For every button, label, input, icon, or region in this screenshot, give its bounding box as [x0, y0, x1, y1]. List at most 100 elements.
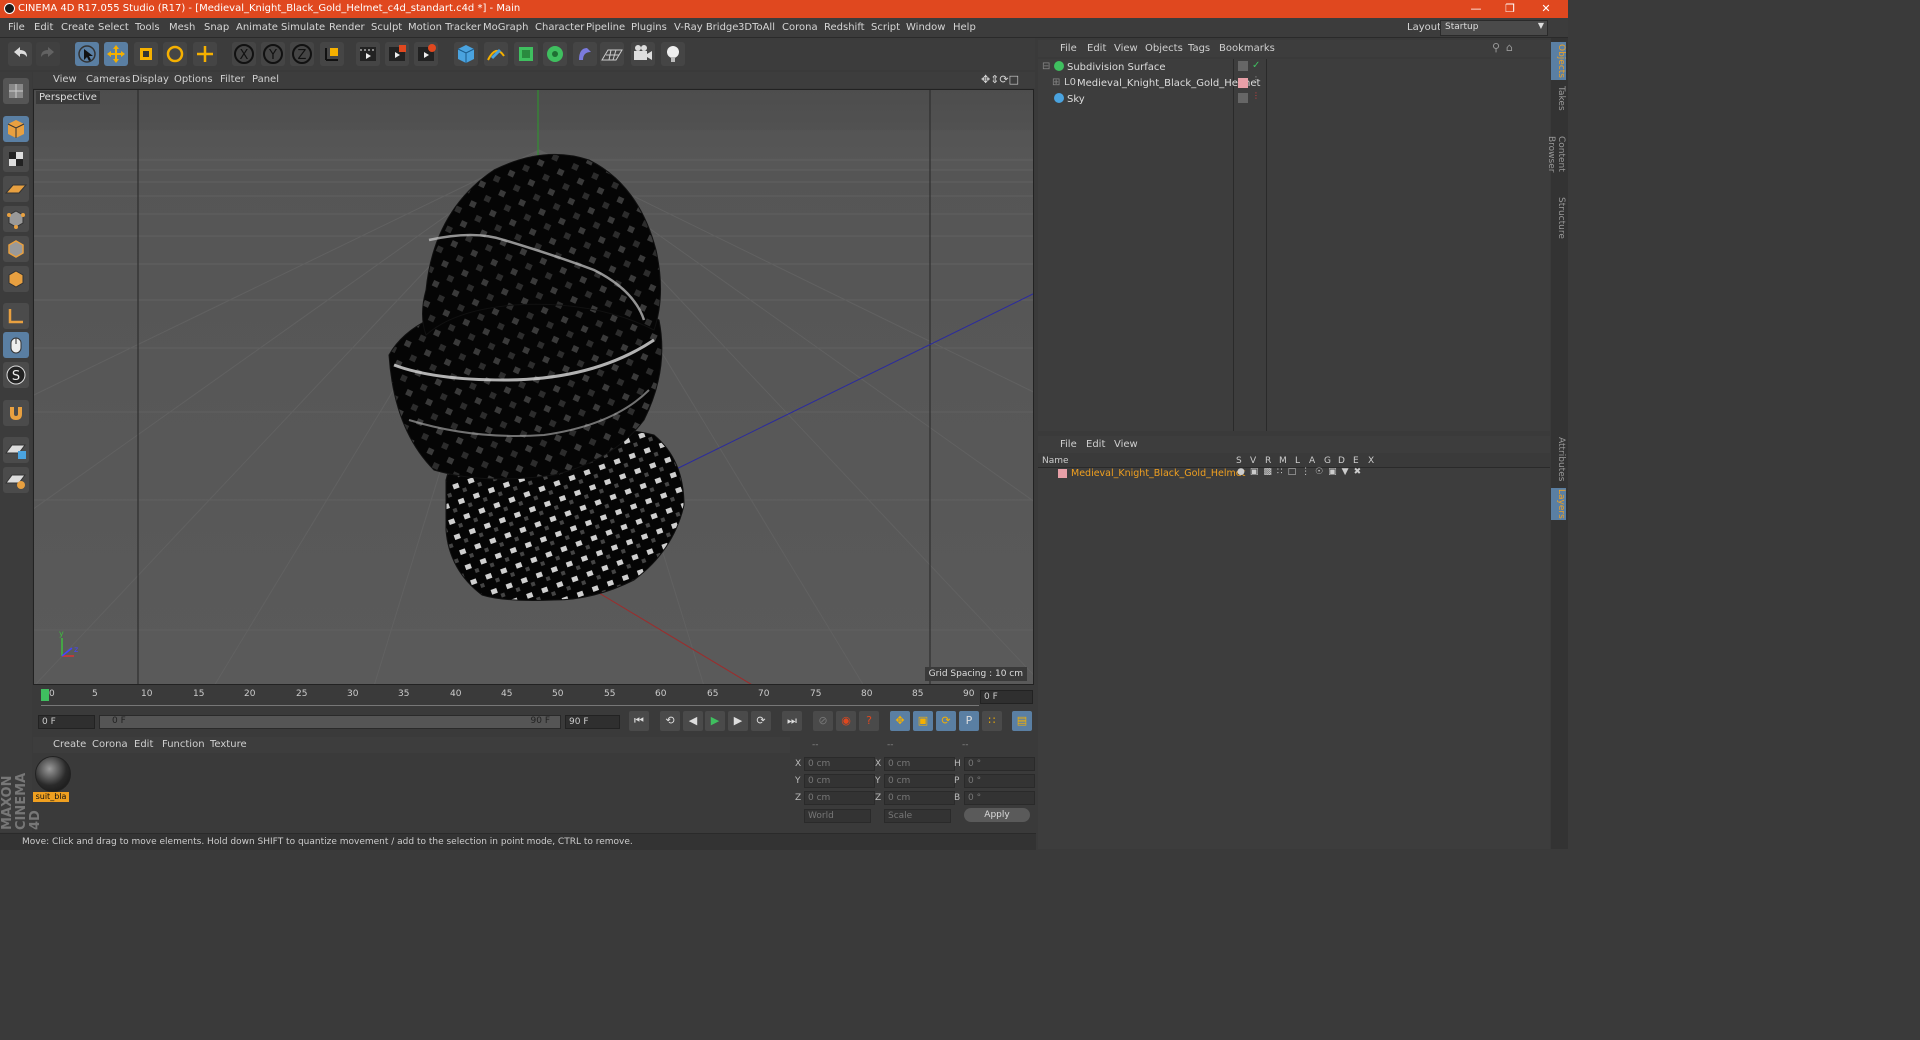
om-menu-file[interactable]: File [1060, 43, 1077, 54]
tab-content-browser[interactable]: Content Browser [1546, 118, 1566, 190]
menu-redshift[interactable]: Redshift [824, 22, 865, 33]
range-slider[interactable]: 0 F 90 F [99, 715, 561, 729]
light-icon[interactable] [661, 42, 685, 66]
texture-mode-icon[interactable] [3, 146, 29, 172]
lm-col-g[interactable]: G [1324, 456, 1331, 466]
menu-animate[interactable]: Animate [236, 22, 278, 33]
start-frame-field[interactable]: 0 F [38, 715, 95, 729]
restore-button[interactable]: ❐ [1490, 1, 1530, 17]
layout-dropdown[interactable]: Startup ▼ [1440, 20, 1548, 36]
menu-select[interactable]: Select [98, 22, 129, 33]
menu-window[interactable]: Window [906, 22, 945, 33]
next-key-icon[interactable]: ⟳ [751, 711, 771, 731]
key-parameter-icon[interactable]: P [959, 711, 979, 731]
menu-simulate[interactable]: Simulate [281, 22, 325, 33]
y-axis-lock-icon[interactable]: Y [261, 42, 285, 66]
coord-mode-dropdown[interactable]: World [804, 809, 871, 823]
lm-menu-edit[interactable]: Edit [1086, 439, 1105, 450]
key-points-icon[interactable]: ∷ [982, 711, 1002, 731]
menu-corona[interactable]: Corona [782, 22, 818, 33]
viewport[interactable]: y z Perspective Grid Spacing : 10 cm [33, 89, 1034, 685]
render-settings-icon[interactable] [414, 42, 438, 66]
vp-menu-view[interactable]: View [53, 74, 77, 85]
om-menu-bookmarks[interactable]: Bookmarks [1219, 43, 1275, 54]
object-row-sky[interactable]: Sky ⋮ [1040, 91, 1548, 108]
menu-mograph[interactable]: MoGraph [483, 22, 528, 33]
mat-menu-create[interactable]: Create [53, 739, 86, 750]
om-menu-view[interactable]: View [1114, 43, 1138, 54]
expand-icon[interactable]: ⊞ [1052, 77, 1060, 88]
vp-menu-options[interactable]: Options [174, 74, 213, 85]
floor-icon[interactable] [600, 42, 624, 66]
tweak-mode-icon[interactable] [3, 332, 29, 358]
lm-col-d[interactable]: D [1338, 456, 1345, 466]
close-button[interactable]: ✕ [1526, 1, 1566, 17]
record-disabled-icon[interactable]: ⊘ [813, 711, 833, 731]
menu-create[interactable]: Create [61, 22, 94, 33]
lm-col-m[interactable]: M [1279, 456, 1287, 466]
play-icon[interactable]: ▶ [705, 711, 725, 731]
key-scale-icon[interactable]: ▣ [913, 711, 933, 731]
undo-button[interactable] [8, 42, 32, 66]
timeline-window-icon[interactable]: ▤ [1012, 711, 1032, 731]
mat-menu-function[interactable]: Function [162, 739, 205, 750]
menu-edit[interactable]: Edit [34, 22, 53, 33]
tab-layers[interactable]: Layers [1551, 488, 1566, 520]
scale-tool-icon[interactable] [134, 42, 158, 66]
spline-pen-icon[interactable] [484, 42, 508, 66]
layer-name[interactable]: Medieval_Knight_Black_Gold_Helmet [1071, 468, 1245, 479]
autokey-icon[interactable]: ? [859, 711, 879, 731]
transform-tool-icon[interactable] [193, 42, 217, 66]
key-rotation-icon[interactable]: ⟳ [936, 711, 956, 731]
lm-col-a[interactable]: A [1309, 456, 1315, 466]
menu-character[interactable]: Character [535, 22, 584, 33]
visibility-dots-icon[interactable]: ⋮ [1252, 91, 1260, 100]
om-search-icon[interactable]: ⚲ [1492, 41, 1500, 54]
lm-col-l[interactable]: L [1295, 456, 1300, 466]
workplane-icon[interactable] [3, 176, 29, 202]
end-frame-field[interactable]: 90 F [565, 715, 620, 729]
lm-col-e[interactable]: E [1353, 456, 1359, 466]
points-mode-icon[interactable] [3, 206, 29, 232]
record-keys-icon[interactable]: ◉ [836, 711, 856, 731]
key-position-icon[interactable]: ✥ [890, 711, 910, 731]
current-frame-field[interactable]: 0 F [980, 690, 1033, 704]
lm-col-v[interactable]: V [1250, 456, 1256, 466]
material-name[interactable]: suit_bla [33, 792, 69, 802]
menu-help[interactable]: Help [953, 22, 976, 33]
subdivision-surface-icon[interactable] [514, 42, 538, 66]
vp-menu-panel[interactable]: Panel [252, 74, 279, 85]
lm-col-name[interactable]: Name [1042, 456, 1069, 466]
deformer-icon[interactable] [573, 42, 597, 66]
menu-file[interactable]: File [8, 22, 25, 33]
mat-menu-corona[interactable]: Corona [92, 739, 128, 750]
om-home-icon[interactable]: ⌂ [1506, 41, 1513, 54]
menu-snap[interactable]: Snap [204, 22, 229, 33]
redo-button[interactable] [36, 42, 60, 66]
rotation-p-field[interactable]: 0 ° [964, 774, 1035, 788]
object-row-subdivision[interactable]: ⊟ Subdivision Surface ✓ [1040, 60, 1548, 76]
live-selection-icon[interactable] [75, 42, 99, 66]
om-menu-tags[interactable]: Tags [1188, 43, 1210, 54]
snapping-icon[interactable]: S [3, 362, 29, 388]
layer-color-swatch[interactable] [1058, 469, 1067, 478]
material-swatch[interactable] [35, 756, 71, 792]
rotation-h-field[interactable]: 0 ° [964, 757, 1035, 771]
lm-col-x[interactable]: X [1368, 456, 1374, 466]
visibility-dots-icon[interactable]: ⋮ [1252, 75, 1260, 84]
menu-vray-bridge[interactable]: V-Ray Bridge [674, 22, 738, 33]
viewport-camera-label[interactable]: Perspective [36, 91, 100, 104]
menu-script[interactable]: Script [871, 22, 900, 33]
om-menu-edit[interactable]: Edit [1087, 43, 1106, 54]
apply-button[interactable]: Apply [964, 808, 1030, 822]
previous-key-icon[interactable]: ⟲ [660, 711, 680, 731]
menu-mesh[interactable]: Mesh [169, 22, 195, 33]
lm-col-s[interactable]: S [1236, 456, 1242, 466]
edges-mode-icon[interactable] [3, 236, 29, 262]
lm-menu-file[interactable]: File [1060, 439, 1077, 450]
menu-3dtoall[interactable]: 3DToAll [738, 22, 775, 33]
camera-icon[interactable] [631, 42, 655, 66]
rotate-tool-icon[interactable] [163, 42, 187, 66]
position-z-field[interactable]: 0 cm [804, 791, 875, 805]
timeline-ruler[interactable]: 0 5 10 15 20 25 30 35 40 45 50 55 60 65 … [33, 686, 1035, 708]
